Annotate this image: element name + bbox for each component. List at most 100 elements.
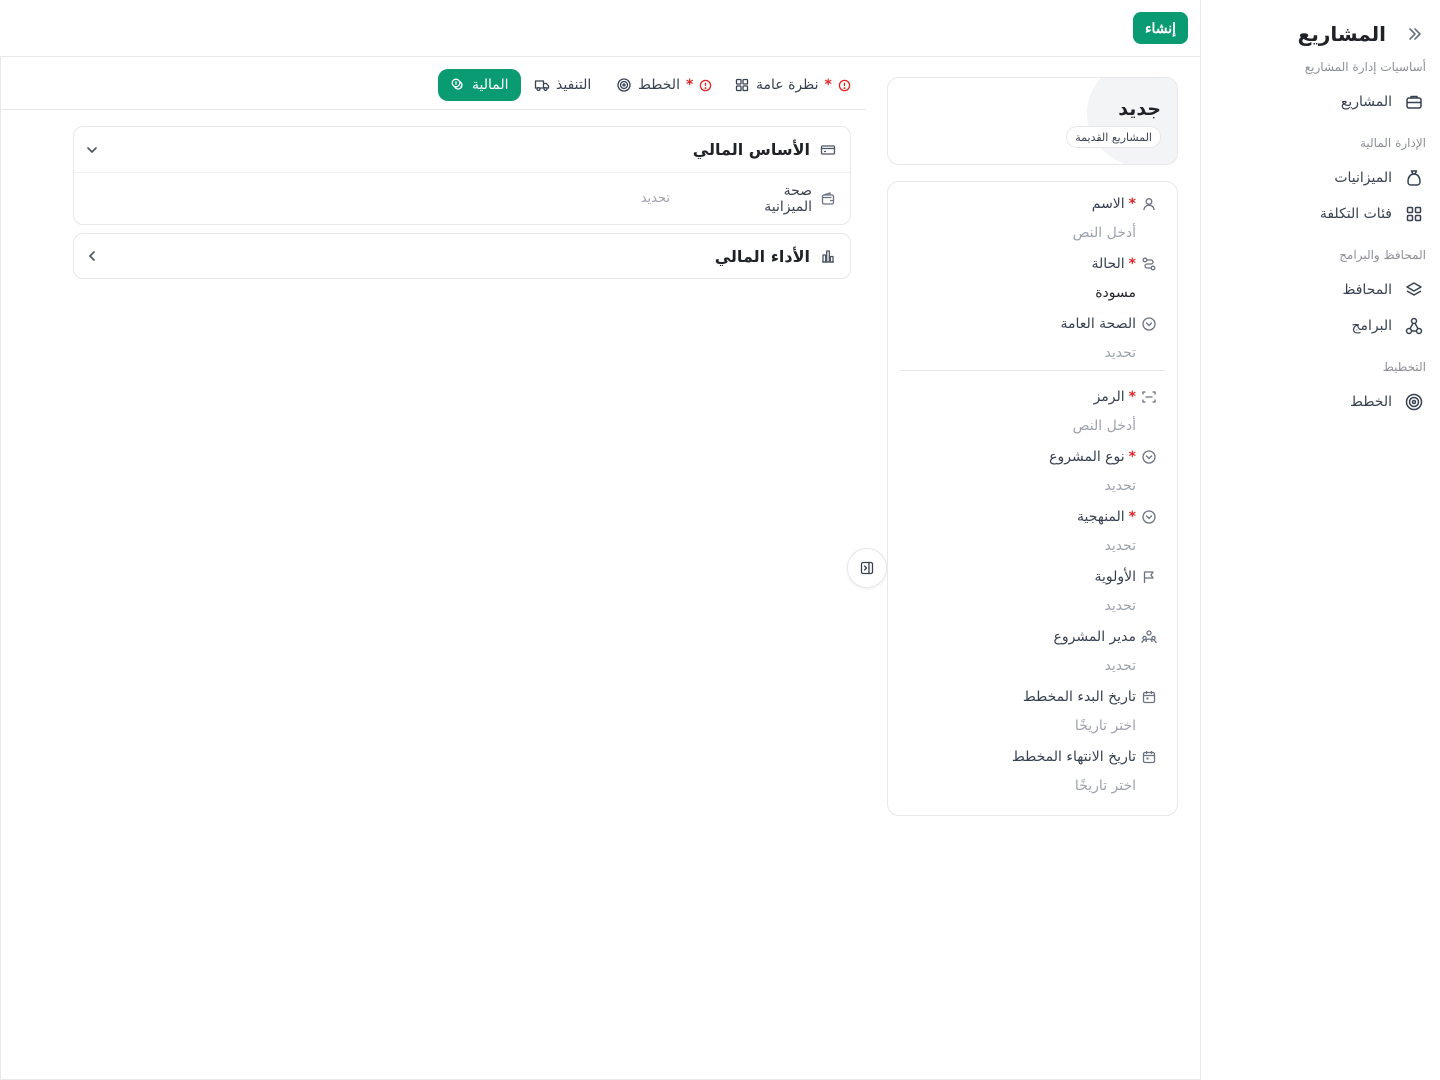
sidebar-item-projects[interactable]: المشاريع: [1210, 86, 1430, 118]
users-icon: [1141, 629, 1157, 645]
sidebar-item-cost-categories[interactable]: فئات التكلفة: [1210, 198, 1430, 230]
planned-start-date-picker[interactable]: اختر تاريخًا: [1075, 718, 1136, 734]
required-marker: *: [1128, 196, 1136, 212]
chevron-circle-icon: [1141, 509, 1157, 525]
sidebar-item-label: المحافظ: [1342, 282, 1392, 298]
section-financial-performance: الأداء المالي: [73, 233, 851, 279]
panel-collapse-icon: [859, 560, 875, 576]
tab-execution[interactable]: التنفيذ: [522, 69, 603, 101]
sidebar-item-label: الخطط: [1350, 394, 1392, 410]
hierarchy-icon: [1404, 316, 1424, 336]
field-label-text: الرمز: [1093, 389, 1125, 405]
chevron-circle-icon: [1141, 449, 1157, 465]
field-label-code: * الرمز: [1094, 386, 1136, 408]
top-bar: [0, 0, 1200, 57]
tabs-divider: [0, 109, 866, 110]
field-label-methodology: * المنهجية: [1077, 506, 1136, 528]
field-label-status: * الحالة: [1091, 253, 1136, 275]
flag-icon: [1141, 569, 1157, 585]
sidebar-group-label: الإدارة المالية: [1359, 136, 1426, 150]
field-label-project-manager: مدير المشروع: [1054, 626, 1137, 648]
status-route-icon: [1141, 256, 1157, 272]
sidebar-item-portfolios[interactable]: المحافظ: [1210, 274, 1430, 306]
bar-chart-icon: [820, 248, 836, 264]
field-label-text: نوع المشروع: [1049, 449, 1125, 465]
chevron-down-icon[interactable]: [84, 142, 100, 158]
truck-icon: [534, 77, 550, 93]
field-label-text: الصحة العامة: [1060, 316, 1136, 332]
field-label: صحة الميزانية: [764, 182, 812, 215]
required-marker: *: [1128, 389, 1136, 405]
warning-icon: [838, 79, 851, 92]
field-label-text: الأولوية: [1094, 569, 1136, 585]
panel-toggle-button[interactable]: [847, 548, 887, 588]
user-icon: [1141, 196, 1157, 212]
status-select[interactable]: مسودة: [1095, 285, 1136, 301]
field-label-text: المنهجية: [1076, 509, 1125, 525]
methodology-select[interactable]: تحديد: [1104, 538, 1136, 554]
required-marker: *: [1128, 449, 1136, 465]
required-marker: *: [1128, 256, 1136, 272]
sidebar-item-label: الميزانيات: [1334, 170, 1392, 186]
field-label-text: الحالة: [1091, 256, 1125, 272]
sidebar-group-label: التخطيط: [1382, 360, 1426, 374]
create-button[interactable]: إنشاء: [1133, 12, 1188, 44]
sidebar-group-label: أساسيات إدارة المشاريع: [1304, 60, 1426, 74]
sidebar-group-label: المحافظ والبرامج: [1339, 248, 1426, 262]
section-header[interactable]: الأداء المالي: [74, 234, 850, 278]
target-icon: [616, 77, 632, 93]
tab-plans[interactable]: * الخطط: [604, 69, 724, 101]
code-input[interactable]: أدخل النص: [1073, 418, 1136, 434]
section-financial-basis: الأساس المالي صحة الميزانية تحديد: [73, 126, 851, 225]
tab-finance[interactable]: المالية: [438, 69, 521, 101]
field-label-text: تاريخ الانتهاء المخطط: [1011, 749, 1136, 765]
grid-icon: [1404, 204, 1424, 224]
calendar-icon: [1141, 749, 1157, 765]
field-label-text: مدير المشروع: [1053, 629, 1137, 645]
wallet-icon: [820, 191, 836, 207]
overall-health-select[interactable]: تحديد: [1104, 345, 1136, 361]
required-marker: *: [824, 77, 832, 93]
section-header[interactable]: الأساس المالي: [74, 127, 850, 172]
layers-icon: [1404, 280, 1424, 300]
field-row-budget-health: صحة الميزانية تحديد: [74, 172, 850, 224]
budget-health-select[interactable]: تحديد: [641, 191, 670, 206]
tab-overview[interactable]: * نظرة عامة: [722, 69, 863, 101]
money-bag-icon: [1404, 168, 1424, 188]
field-label-overall-health: الصحة العامة: [1061, 313, 1136, 335]
sidebar: المشاريع أساسيات إدارة المشاريع المشاريع…: [1200, 0, 1440, 1080]
name-input[interactable]: أدخل النص: [1073, 225, 1136, 241]
field-label-project-type: * نوع المشروع: [1049, 446, 1136, 468]
chevron-left-icon[interactable]: [84, 248, 100, 264]
record-summary-card: جديد المشاريع القديمة: [887, 77, 1178, 165]
section-title: الأداء المالي: [714, 246, 810, 266]
code-scan-icon: [1141, 389, 1157, 405]
priority-select[interactable]: تحديد: [1104, 598, 1136, 614]
sidebar-item-label: فئات التكلفة: [1319, 206, 1392, 222]
required-marker: *: [1128, 509, 1136, 525]
record-title: جديد: [1118, 98, 1161, 120]
sidebar-item-plans[interactable]: الخطط: [1210, 386, 1430, 418]
sidebar-item-budgets[interactable]: الميزانيات: [1210, 162, 1430, 194]
banknote-icon: [820, 142, 836, 158]
required-marker: *: [685, 77, 694, 93]
sidebar-item-label: البرامج: [1351, 318, 1392, 334]
field-label-text: تاريخ البدء المخطط: [1022, 689, 1136, 705]
field-label-priority: الأولوية: [1094, 566, 1136, 588]
sidebar-title: المشاريع: [1297, 22, 1386, 46]
field-label-text: الاسم: [1091, 196, 1125, 212]
field-label-planned-start: تاريخ البدء المخطط: [1023, 686, 1136, 708]
field-label-name: * الاسم: [1092, 193, 1136, 215]
planned-end-date-picker[interactable]: اختر تاريخًا: [1075, 778, 1136, 794]
tab-label: المالية: [472, 77, 509, 93]
tab-label: الخطط: [638, 77, 680, 93]
project-manager-select[interactable]: تحديد: [1104, 658, 1136, 674]
warning-icon: [699, 79, 712, 92]
section-title: الأساس المالي: [692, 140, 810, 159]
collapse-sidebar-icon[interactable]: [1404, 24, 1424, 44]
sidebar-item-programs[interactable]: البرامج: [1210, 310, 1430, 342]
project-type-select[interactable]: تحديد: [1104, 478, 1136, 494]
briefcase-icon: [1404, 92, 1424, 112]
calendar-icon: [1141, 689, 1157, 705]
coins-icon: [450, 77, 466, 93]
